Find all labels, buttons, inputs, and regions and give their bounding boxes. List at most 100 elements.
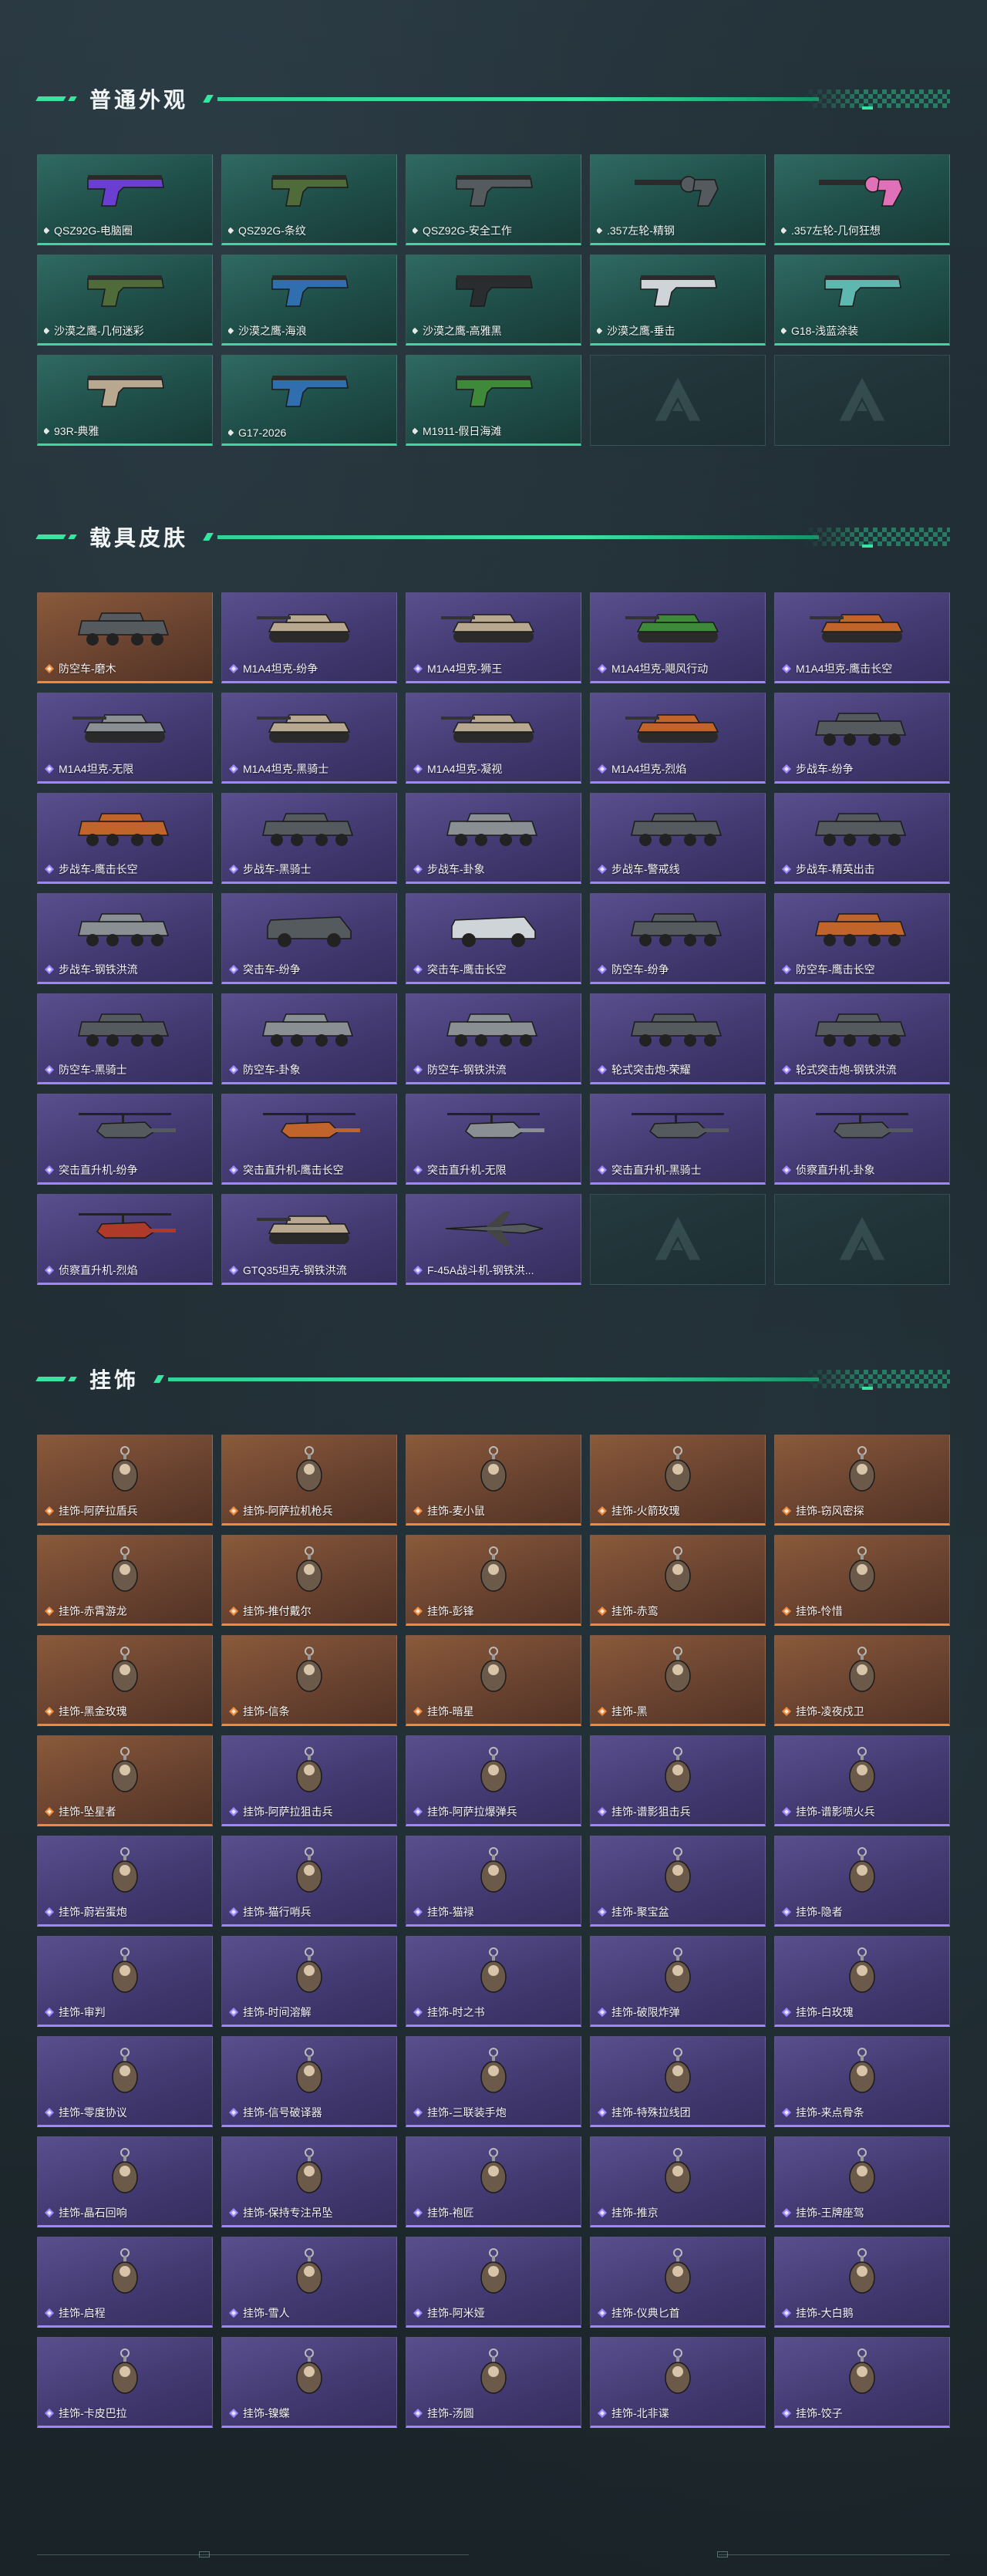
item-card[interactable]: 步战车-鹰击长空 <box>37 793 213 884</box>
item-card[interactable]: 挂饰-王牌座驾 <box>774 2136 950 2227</box>
item-card[interactable]: 挂饰-阿萨拉盾兵 <box>37 1435 213 1526</box>
item-card[interactable]: 挂饰-火箭玫瑰 <box>590 1435 766 1526</box>
item-card[interactable]: 挂饰-卡皮巴拉 <box>37 2337 213 2428</box>
item-card[interactable]: 挂饰-谱影喷火兵 <box>774 1735 950 1826</box>
item-card[interactable]: M1A4坦克-凝视 <box>406 693 581 784</box>
item-card[interactable]: 挂饰-阿萨拉狙击兵 <box>221 1735 397 1826</box>
item-card[interactable]: 挂饰-麦小鼠 <box>406 1435 581 1526</box>
item-card[interactable]: 挂饰-保持专注吊坠 <box>221 2136 397 2227</box>
item-card[interactable]: 挂饰-凌夜戍卫 <box>774 1635 950 1726</box>
item-card[interactable]: M1A4坦克-纷争 <box>221 592 397 683</box>
item-card[interactable]: 挂饰-白玫瑰 <box>774 1936 950 2027</box>
item-card[interactable]: 挂饰-赤鸾 <box>590 1535 766 1626</box>
item-card[interactable]: 轮式突击炮-荣耀 <box>590 993 766 1084</box>
item-card[interactable]: 步战车-钢铁洪流 <box>37 893 213 984</box>
item-card[interactable]: 挂饰-饺子 <box>774 2337 950 2428</box>
item-card[interactable]: 防空车-黑骑士 <box>37 993 213 1084</box>
item-card[interactable]: G17-2026 <box>221 355 397 446</box>
item-card[interactable]: 挂饰-阿萨拉爆弹兵 <box>406 1735 581 1826</box>
item-card[interactable]: 挂饰-雪人 <box>221 2237 397 2328</box>
item-card[interactable]: 侦察直升机-烈焰 <box>37 1194 213 1285</box>
item-card[interactable]: 挂饰-推付戴尔 <box>221 1535 397 1626</box>
item-card[interactable]: 挂饰-来点骨条 <box>774 2036 950 2127</box>
item-card[interactable]: 沙漠之鹰-海浪 <box>221 255 397 346</box>
item-card[interactable]: 挂饰-晶石回响 <box>37 2136 213 2227</box>
item-card[interactable]: 沙漠之鹰-高雅黑 <box>406 255 581 346</box>
item-card[interactable]: 挂饰-时之书 <box>406 1936 581 2027</box>
item-card[interactable]: 挂饰-信号破译器 <box>221 2036 397 2127</box>
item-card[interactable]: 挂饰-怜惜 <box>774 1535 950 1626</box>
item-card[interactable]: 突击直升机-纷争 <box>37 1094 213 1185</box>
item-card[interactable]: GTQ35坦克-钢铁洪流 <box>221 1194 397 1285</box>
item-card[interactable]: M1A4坦克-狮王 <box>406 592 581 683</box>
item-card[interactable]: 挂饰-特殊拉线团 <box>590 2036 766 2127</box>
item-card[interactable]: QSZ92G-安全工作 <box>406 154 581 245</box>
item-card[interactable]: M1A4坦克-鹰击长空 <box>774 592 950 683</box>
item-card[interactable]: 挂饰-隐者 <box>774 1836 950 1927</box>
item-card[interactable]: 轮式突击炮-钢铁洪流 <box>774 993 950 1084</box>
item-card[interactable]: G18-浅蓝涂装 <box>774 255 950 346</box>
rarity-orange-icon <box>598 1707 607 1716</box>
item-card[interactable]: 步战车-黑骑士 <box>221 793 397 884</box>
item-card[interactable]: M1A4坦克-黑骑士 <box>221 693 397 784</box>
item-card[interactable]: 挂饰-窃风密探 <box>774 1435 950 1526</box>
item-card[interactable]: 挂饰-启程 <box>37 2237 213 2328</box>
item-card[interactable]: 防空车-钢铁洪流 <box>406 993 581 1084</box>
item-card[interactable]: M1A4坦克-飓风行动 <box>590 592 766 683</box>
item-card[interactable]: 沙漠之鹰-垂击 <box>590 255 766 346</box>
item-card[interactable]: 挂饰-聚宝盆 <box>590 1836 766 1927</box>
item-card[interactable]: 防空车-纷争 <box>590 893 766 984</box>
item-card[interactable]: 步战车-精英出击 <box>774 793 950 884</box>
item-card[interactable]: 挂饰-镍蝶 <box>221 2337 397 2428</box>
item-card[interactable]: 挂饰-零度协议 <box>37 2036 213 2127</box>
item-card[interactable]: 挂饰-推京 <box>590 2136 766 2227</box>
item-card[interactable]: M1A4坦克-无限 <box>37 693 213 784</box>
item-card[interactable]: 步战车-警戒线 <box>590 793 766 884</box>
item-card[interactable]: 防空车-卦象 <box>221 993 397 1084</box>
item-card[interactable]: 挂饰-时间溶解 <box>221 1936 397 2027</box>
item-card[interactable]: 挂饰-黑 <box>590 1635 766 1726</box>
item-card[interactable]: QSZ92G-条纹 <box>221 154 397 245</box>
item-card[interactable]: .357左轮-几何狂想 <box>774 154 950 245</box>
item-card[interactable]: 突击直升机-无限 <box>406 1094 581 1185</box>
item-card[interactable]: 侦察直升机-卦象 <box>774 1094 950 1185</box>
item-card[interactable]: 挂饰-阿米娅 <box>406 2237 581 2328</box>
item-card[interactable]: 挂饰-三联装手炮 <box>406 2036 581 2127</box>
item-card[interactable]: 突击直升机-黑骑士 <box>590 1094 766 1185</box>
item-card[interactable]: 防空车-磨木 <box>37 592 213 683</box>
item-card[interactable]: 沙漠之鹰-几何迷彩 <box>37 255 213 346</box>
item-card[interactable]: 挂饰-袍匠 <box>406 2136 581 2227</box>
item-card[interactable]: .357左轮-精钢 <box>590 154 766 245</box>
item-card[interactable]: 突击直升机-鹰击长空 <box>221 1094 397 1185</box>
item-card[interactable]: 挂饰-仪典匕首 <box>590 2237 766 2328</box>
item-card[interactable]: 挂饰-大白鹅 <box>774 2237 950 2328</box>
item-card[interactable]: 步战车-纷争 <box>774 693 950 784</box>
item-card[interactable]: 挂饰-阿萨拉机枪兵 <box>221 1435 397 1526</box>
item-name: 挂饰-来点骨条 <box>796 2106 864 2119</box>
item-card[interactable]: 93R-典雅 <box>37 355 213 446</box>
item-card[interactable]: 挂饰-坠星者 <box>37 1735 213 1826</box>
item-card[interactable]: QSZ92G-电脑圈 <box>37 154 213 245</box>
item-name: 挂饰-启程 <box>59 2307 106 2319</box>
item-card[interactable]: 挂饰-暗星 <box>406 1635 581 1726</box>
item-card[interactable]: 挂饰-猫禄 <box>406 1836 581 1927</box>
item-card[interactable]: 挂饰-北非谍 <box>590 2337 766 2428</box>
item-card[interactable]: 挂饰-蔚岩蛋炮 <box>37 1836 213 1927</box>
item-card[interactable]: 挂饰-审判 <box>37 1936 213 2027</box>
item-card[interactable]: 挂饰-黑金玫瑰 <box>37 1635 213 1726</box>
rarity-purple-icon <box>782 1907 791 1917</box>
item-card[interactable]: 挂饰-谱影狙击兵 <box>590 1735 766 1826</box>
item-card[interactable]: 挂饰-赤霄游龙 <box>37 1535 213 1626</box>
item-card[interactable]: M1A4坦克-烈焰 <box>590 693 766 784</box>
item-card[interactable]: 步战车-卦象 <box>406 793 581 884</box>
item-card[interactable]: 挂饰-猫行哨兵 <box>221 1836 397 1927</box>
item-card[interactable]: 挂饰-汤圆 <box>406 2337 581 2428</box>
item-card[interactable]: 防空车-鹰击长空 <box>774 893 950 984</box>
item-card[interactable]: F-45A战斗机-钢铁洪... <box>406 1194 581 1285</box>
item-card[interactable]: 挂饰-破限炸弹 <box>590 1936 766 2027</box>
item-card[interactable]: 挂饰-信条 <box>221 1635 397 1726</box>
item-card[interactable]: 挂饰-彭锋 <box>406 1535 581 1626</box>
item-card[interactable]: 突击车-纷争 <box>221 893 397 984</box>
item-card[interactable]: 突击车-鹰击长空 <box>406 893 581 984</box>
item-card[interactable]: M1911-假日海滩 <box>406 355 581 446</box>
